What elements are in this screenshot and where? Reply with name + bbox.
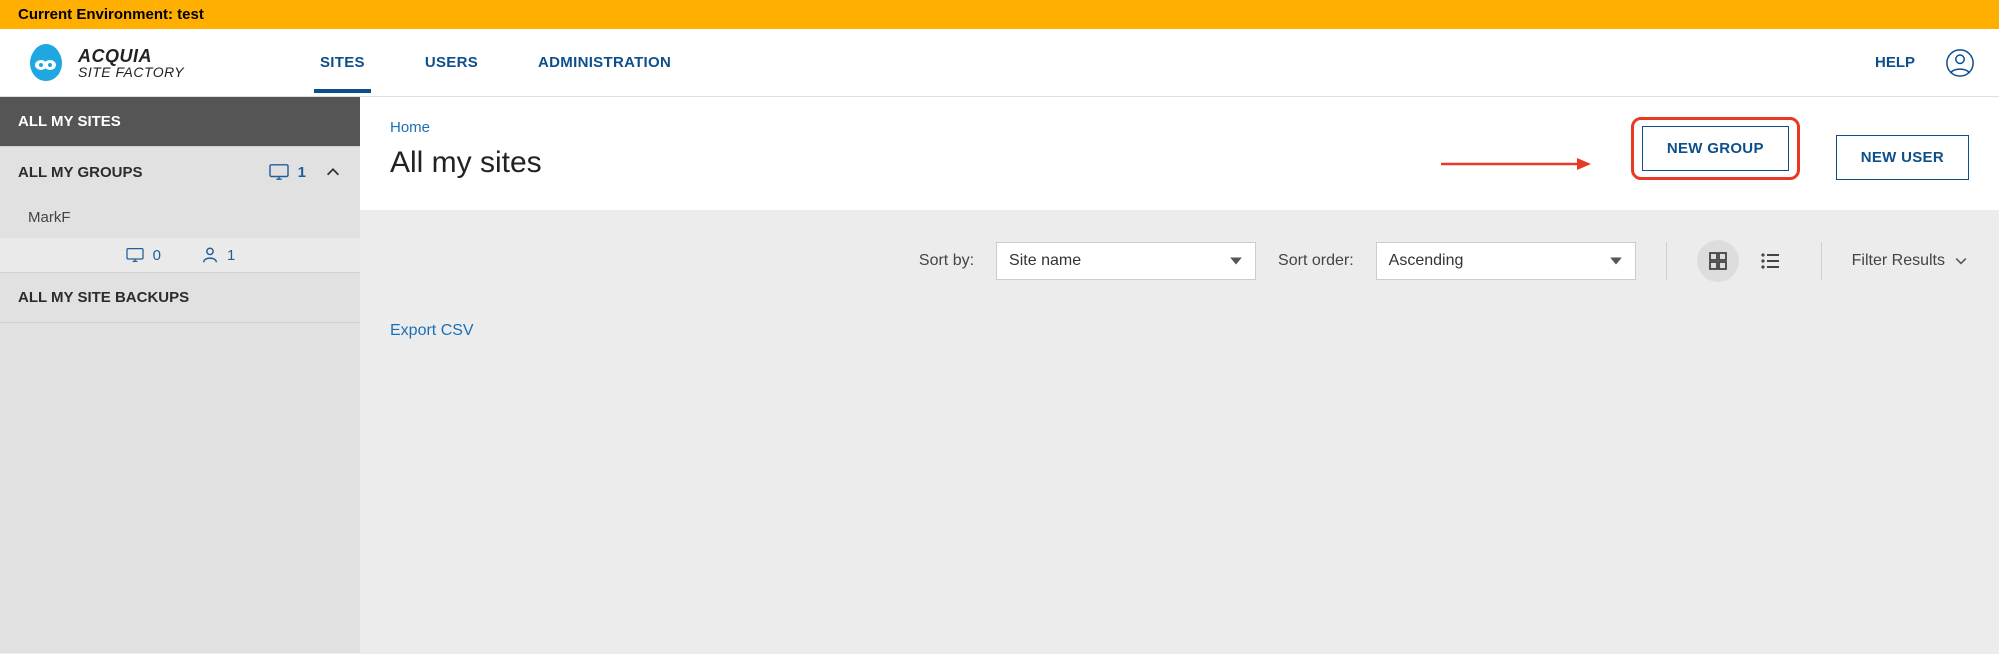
new-user-button[interactable]: NEW USER [1836, 135, 1969, 180]
caret-down-icon [1609, 254, 1623, 268]
divider [1666, 242, 1667, 280]
filter-label: Filter Results [1852, 252, 1945, 270]
sort-by-value: Site name [1009, 252, 1081, 270]
stat-sites: 0 [125, 246, 161, 264]
list-view-button[interactable] [1749, 240, 1791, 282]
nav-sites[interactable]: SITES [314, 32, 371, 93]
topbar-right: HELP [1875, 48, 1975, 78]
stat-users-value: 1 [227, 247, 235, 264]
stat-users: 1 [201, 246, 235, 264]
divider [1821, 242, 1822, 280]
sidebar-groups-count: 1 [268, 163, 306, 181]
arrow-icon [1441, 156, 1591, 172]
list-icon [1760, 251, 1780, 271]
monitor-icon [125, 247, 145, 263]
logo-line2: SITE FACTORY [78, 65, 184, 79]
nav-users[interactable]: USERS [419, 32, 484, 93]
toolbar: Sort by: Site name Sort order: Ascending [360, 210, 1999, 282]
sidebar-all-groups-label: ALL MY GROUPS [18, 164, 142, 181]
new-group-highlight: NEW GROUP [1631, 117, 1800, 180]
grid-icon [1708, 251, 1728, 271]
chevron-up-icon [324, 163, 342, 181]
content-header: Home All my sites NEW GROUP NEW USER [360, 97, 1999, 210]
logo[interactable]: ACQUIA SITE FACTORY [24, 41, 314, 85]
sidebar-all-sites-label: ALL MY SITES [18, 113, 121, 130]
export-csv-link[interactable]: Export CSV [390, 322, 474, 339]
user-profile-icon[interactable] [1945, 48, 1975, 78]
nav-administration[interactable]: ADMINISTRATION [532, 32, 677, 93]
sidebar-all-my-groups[interactable]: ALL MY GROUPS 1 [0, 147, 360, 197]
logo-text: ACQUIA SITE FACTORY [78, 47, 184, 79]
sidebar: ALL MY SITES ALL MY GROUPS 1 MarkF [0, 97, 360, 653]
new-group-button[interactable]: NEW GROUP [1642, 126, 1789, 171]
environment-banner: Current Environment: test [0, 0, 1999, 29]
grid-view-button[interactable] [1697, 240, 1739, 282]
topbar: ACQUIA SITE FACTORY SITES USERS ADMINIST… [0, 29, 1999, 97]
sort-order-label: Sort order: [1278, 252, 1354, 270]
sidebar-all-my-sites[interactable]: ALL MY SITES [0, 97, 360, 146]
monitor-icon [268, 163, 290, 181]
caret-down-icon [1229, 254, 1243, 268]
export-row: Export CSV [360, 282, 1999, 380]
help-link[interactable]: HELP [1875, 54, 1915, 71]
breadcrumb-home[interactable]: Home [390, 119, 1421, 136]
sort-order-select[interactable]: Ascending [1376, 242, 1636, 280]
logo-line1: ACQUIA [78, 47, 184, 65]
page-title: All my sites [390, 146, 1421, 180]
content: Home All my sites NEW GROUP NEW USER Sor… [360, 97, 1999, 653]
sort-order-value: Ascending [1389, 252, 1464, 270]
sidebar-all-my-backups[interactable]: ALL MY SITE BACKUPS [0, 273, 360, 322]
sidebar-backups-label: ALL MY SITE BACKUPS [18, 289, 189, 306]
acquia-logo-icon [24, 41, 68, 85]
filter-results-toggle[interactable]: Filter Results [1852, 252, 1969, 270]
view-toggle [1697, 240, 1791, 282]
person-icon [201, 246, 219, 264]
main-nav: SITES USERS ADMINISTRATION [314, 32, 677, 93]
chevron-down-icon [1953, 253, 1969, 269]
sort-by-select[interactable]: Site name [996, 242, 1256, 280]
stat-sites-value: 0 [153, 247, 161, 264]
sidebar-group-stats: 0 1 [0, 238, 360, 272]
sort-by-label: Sort by: [919, 252, 974, 270]
callout-arrow [1441, 156, 1591, 172]
groups-count-value: 1 [298, 164, 306, 181]
sidebar-group-item[interactable]: MarkF [0, 197, 360, 238]
